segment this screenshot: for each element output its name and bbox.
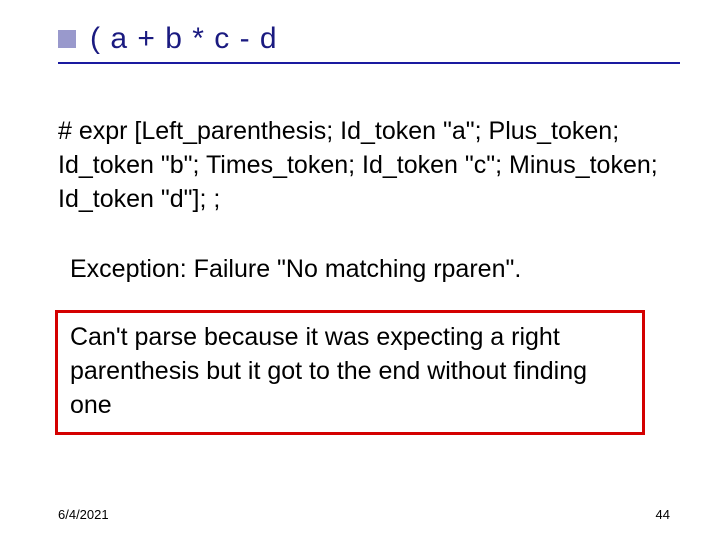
exception-text: Exception: Failure "No matching rparen". — [70, 255, 665, 284]
slide-title: ( a + b * c - d — [90, 22, 278, 56]
code-block: # expr [Left_parenthesis; Id_token "a"; … — [58, 115, 665, 216]
footer-page-number: 44 — [656, 507, 670, 522]
explanation-box: Can't parse because it was expecting a r… — [55, 310, 645, 435]
title-bullet-icon — [58, 30, 76, 48]
explanation-text: Can't parse because it was expecting a r… — [70, 323, 587, 419]
title-bar: ( a + b * c - d — [58, 22, 680, 64]
slide: ( a + b * c - d # expr [Left_parenthesis… — [0, 0, 720, 540]
footer-date: 6/4/2021 — [58, 507, 109, 522]
